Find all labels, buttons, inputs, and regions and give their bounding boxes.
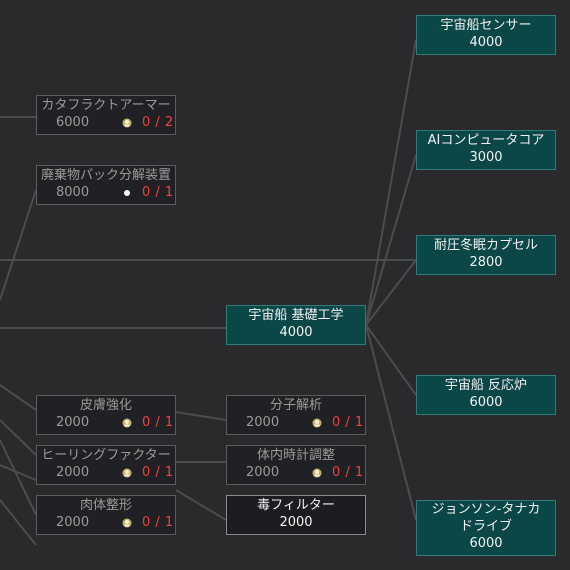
research-node-cryptosleep-casket[interactable]: 耐圧冬眠カプセル 2800 [416, 235, 556, 275]
research-tree-canvas: カタフラクトアーマー 6000 0 / 2 廃棄物パック分解装置 8000 0 … [0, 0, 570, 570]
node-cost: 2000 [56, 465, 90, 480]
node-cost: 6000 [56, 115, 90, 130]
node-cost: 6000 [469, 536, 503, 551]
research-node-ship-basics[interactable]: 宇宙船 基礎工学 4000 [226, 305, 366, 345]
research-node-healing-factor[interactable]: ヒーリングファクター 2000 0 / 1 [36, 445, 176, 485]
node-cost: 4000 [469, 35, 503, 50]
node-count: 0 / 1 [332, 415, 364, 430]
research-node-ship-sensors[interactable]: 宇宙船センサー 4000 [416, 15, 556, 55]
research-node-body-sculpting[interactable]: 肉体整形 2000 0 / 1 [36, 495, 176, 535]
research-node-circadian-adjustment[interactable]: 体内時計調整 2000 0 / 1 [226, 445, 366, 485]
research-node-ship-reactor[interactable]: 宇宙船 反応炉 6000 [416, 375, 556, 415]
crew-badge-icon [122, 468, 132, 478]
node-title: 分子解析 [269, 398, 322, 413]
research-node-skin-reinforcement[interactable]: 皮膚強化 2000 0 / 1 [36, 395, 176, 435]
node-title: 体内時計調整 [256, 448, 335, 463]
node-title: 毒フィルター [257, 498, 335, 513]
node-cost: 2000 [56, 415, 90, 430]
research-node-ai-core[interactable]: AIコンピュータコア 3000 [416, 130, 556, 170]
research-node-waste-pack-decomposer[interactable]: 廃棄物パック分解装置 8000 0 / 1 [36, 165, 176, 205]
node-title: 廃棄物パック分解装置 [40, 168, 171, 183]
node-cost: 2800 [469, 255, 503, 270]
research-node-molecular-analysis[interactable]: 分子解析 2000 0 / 1 [226, 395, 366, 435]
node-title: 耐圧冬眠カプセル [433, 238, 538, 253]
node-count: 0 / 1 [142, 415, 174, 430]
crew-badge-icon [122, 118, 132, 128]
node-title: 宇宙船 基礎工学 [248, 308, 344, 323]
node-title: ヒーリングファクター [41, 448, 171, 463]
crew-badge-icon [312, 468, 322, 478]
node-count: 0 / 1 [142, 185, 174, 200]
node-cost: 3000 [469, 150, 503, 165]
node-count: 0 / 1 [332, 465, 364, 480]
research-node-johnson-tanaka-drive[interactable]: ジョンソン-タナカ ドライブ 6000 [416, 500, 556, 556]
research-node-cataphract-armor[interactable]: カタフラクトアーマー 6000 0 / 2 [36, 95, 176, 135]
white-dot-icon [124, 190, 130, 196]
node-title: カタフラクトアーマー [41, 98, 171, 113]
node-title-line-1: ジョンソン-タナカ [431, 502, 541, 517]
research-node-toxin-filter[interactable]: 毒フィルター 2000 [226, 495, 366, 535]
node-count: 0 / 1 [142, 515, 174, 530]
node-cost: 2000 [56, 515, 90, 530]
crew-badge-icon [312, 418, 322, 428]
node-title-line-2: ドライブ [459, 519, 512, 534]
node-title: 宇宙船 反応炉 [444, 378, 528, 393]
node-cost: 2000 [246, 465, 280, 480]
node-cost: 6000 [469, 395, 503, 410]
crew-badge-icon [122, 418, 132, 428]
node-cost: 2000 [246, 415, 280, 430]
crew-badge-icon [122, 518, 132, 528]
node-count: 0 / 1 [142, 465, 174, 480]
node-title: AIコンピュータコア [427, 133, 545, 148]
node-count: 0 / 2 [142, 115, 174, 130]
node-cost: 4000 [279, 325, 313, 340]
node-title: 肉体整形 [79, 498, 132, 513]
node-cost: 8000 [56, 185, 90, 200]
node-title: 皮膚強化 [79, 398, 132, 413]
node-title: 宇宙船センサー [440, 18, 532, 33]
node-cost: 2000 [279, 515, 313, 530]
